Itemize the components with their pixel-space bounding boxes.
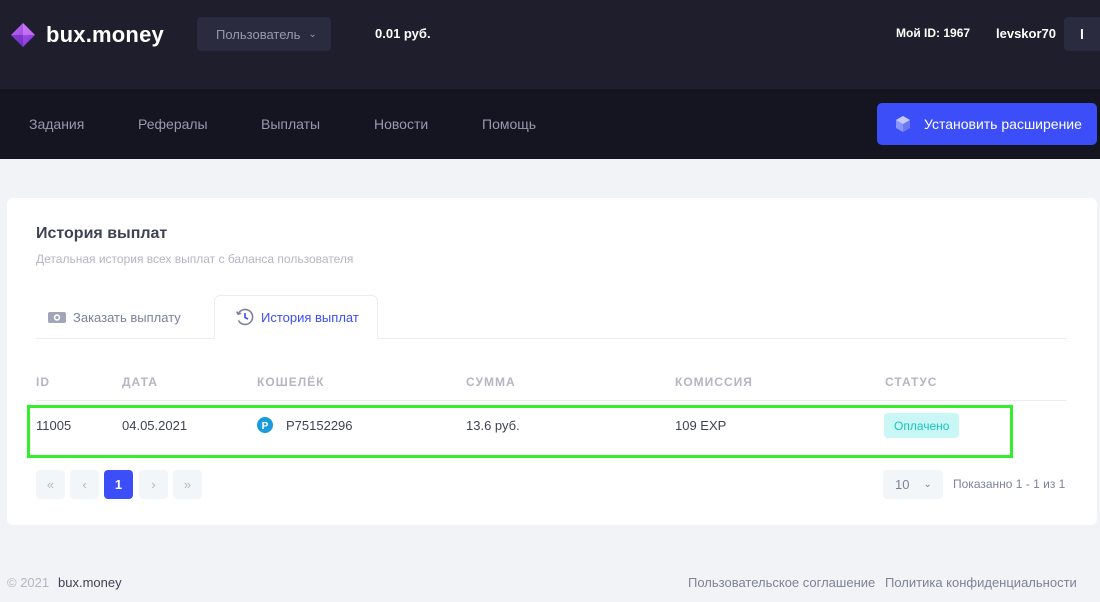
install-extension-label: Установить расширение: [924, 116, 1082, 132]
user-dropdown[interactable]: Пользователь ⌄: [197, 17, 331, 51]
per-page-value: 10: [895, 477, 910, 492]
page-next-button[interactable]: ›: [139, 470, 168, 499]
user-dropdown-label: Пользователь: [216, 26, 301, 42]
my-id: Мой ID: 1967: [896, 26, 971, 40]
tab-order-payout[interactable]: Заказать выплату: [47, 295, 181, 339]
page-prev-button[interactable]: ‹: [70, 470, 99, 499]
history-icon: [236, 308, 254, 326]
column-header-date[interactable]: ДАТА: [122, 375, 158, 389]
pagination-info: Показанно 1 - 1 из 1: [953, 477, 1066, 491]
column-header-amount[interactable]: СУММА: [466, 375, 516, 389]
cell-date: 04.05.2021: [122, 418, 188, 433]
tab-payout-history[interactable]: История выплат: [214, 295, 378, 339]
page-subtitle: Детальная история всех выплат с баланса …: [36, 252, 354, 266]
page-first-button[interactable]: «: [36, 470, 65, 499]
cube-icon: [896, 116, 910, 132]
column-header-id[interactable]: ID: [36, 375, 50, 389]
camera-icon: [48, 312, 66, 323]
footer-brand-link[interactable]: bux.money: [58, 575, 122, 590]
footer-copyright: © 2021: [7, 575, 50, 590]
diamond-logo-icon: [11, 23, 35, 47]
column-header-status[interactable]: СТАТУС: [885, 375, 937, 389]
nav-item-help[interactable]: Помощь: [482, 116, 536, 132]
logo[interactable]: bux.money: [8, 20, 164, 50]
status-badge: Оплачено: [884, 413, 960, 438]
payout-history-card: История выплат Детальная история всех вы…: [7, 198, 1097, 525]
payeer-icon: P: [257, 417, 273, 433]
page-1-button[interactable]: 1: [104, 470, 133, 499]
cell-commission: 109 EXP: [675, 418, 727, 433]
column-header-commission[interactable]: КОМИССИЯ: [675, 375, 753, 389]
brand-name: bux.money: [46, 22, 164, 47]
footer-link-privacy-policy[interactable]: Политика конфиденциальности: [885, 575, 1077, 590]
chevron-down-icon: ⌄: [923, 479, 932, 490]
svg-text:P: P: [262, 421, 269, 432]
tabs-divider: [36, 338, 1067, 339]
username[interactable]: levskor70: [996, 26, 1056, 41]
per-page-select[interactable]: 10 ⌄: [883, 470, 943, 499]
page-last-button[interactable]: »: [173, 470, 202, 499]
cell-wallet-number: P75152296: [286, 417, 353, 433]
tab-order-payout-label: Заказать выплату: [73, 309, 181, 325]
nav-item-referrals[interactable]: Рефералы: [138, 116, 208, 132]
chevron-down-icon: ⌄: [308, 28, 317, 40]
cell-amount: 13.6 руб.: [466, 418, 520, 433]
table-header-divider: [36, 400, 1067, 401]
page-title: История выплат: [36, 225, 168, 242]
balance: 0.01 руб.: [375, 26, 431, 41]
tab-payout-history-label: История выплат: [261, 309, 359, 325]
footer-link-user-agreement[interactable]: Пользовательское соглашение: [688, 575, 875, 590]
nav-item-payouts[interactable]: Выплаты: [261, 116, 320, 132]
top-bar: bux.money Пользователь ⌄ 0.01 руб. Мой I…: [0, 0, 1100, 89]
install-extension-button[interactable]: Установить расширение: [877, 103, 1097, 145]
avatar[interactable]: l: [1064, 17, 1100, 51]
nav-item-tasks[interactable]: Задания: [29, 116, 84, 132]
nav-item-news[interactable]: Новости: [374, 116, 428, 132]
column-header-wallet[interactable]: КОШЕЛЁК: [257, 375, 325, 389]
cell-wallet: P P75152296: [257, 417, 353, 433]
cell-id: 11005: [36, 418, 72, 433]
